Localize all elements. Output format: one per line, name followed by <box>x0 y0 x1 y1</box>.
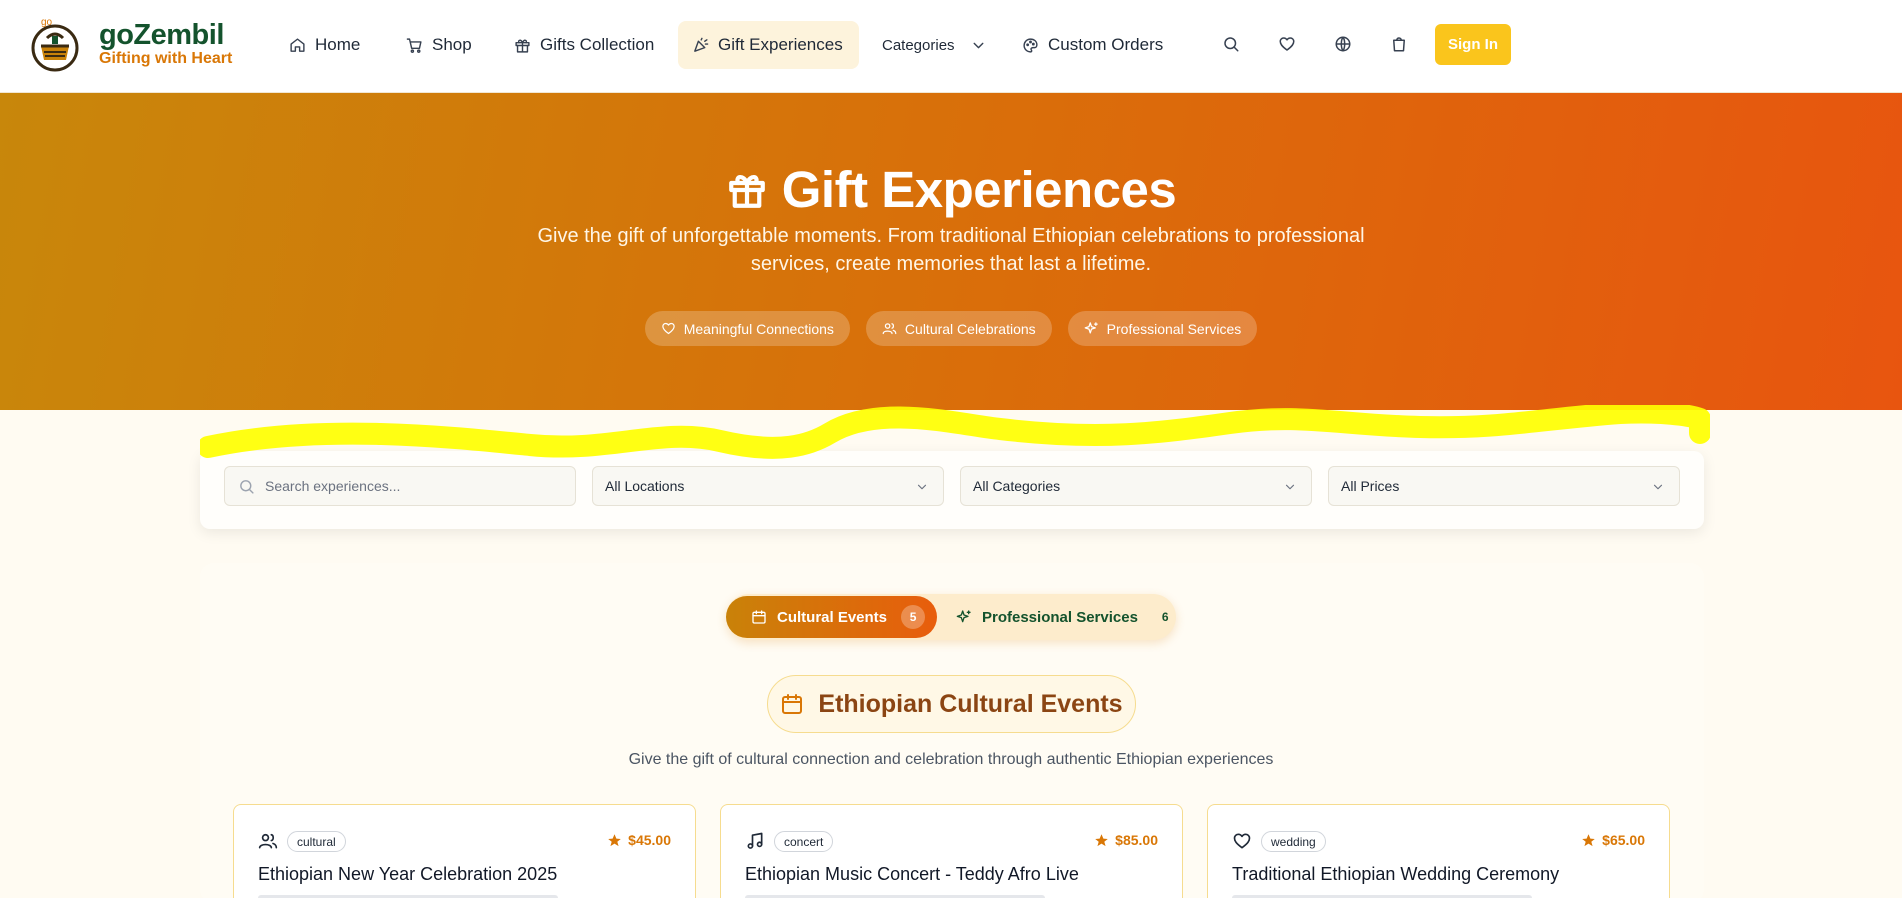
tab-professional-label: Professional Services <box>982 608 1138 626</box>
pill-professional-services: Professional Services <box>1067 311 1258 346</box>
hero-title: Gift Experiences <box>0 160 1902 219</box>
tab-cultural-label: Cultural Events <box>777 608 888 626</box>
card-title: Ethiopian Music Concert - Teddy Afro Liv… <box>745 864 1079 884</box>
party-icon <box>694 37 709 52</box>
experience-card[interactable]: wedding $65.00 Traditional Ethiopian Wed… <box>1207 804 1670 898</box>
tab-professional-count: 6 <box>1161 610 1169 624</box>
sign-in-button[interactable]: Sign In <box>1435 24 1511 65</box>
nav-home[interactable]: Home <box>275 21 374 69</box>
card-price-value: $65.00 <box>1602 832 1645 848</box>
card-title: Ethiopian New Year Celebration 2025 <box>258 864 558 884</box>
card-tag: cultural <box>287 831 346 852</box>
hero-title-text: Gift Experiences <box>781 161 1177 218</box>
chevron-down-icon <box>1283 480 1297 494</box>
location-select-value: All Locations <box>605 478 685 494</box>
chevron-down-icon <box>1651 480 1665 494</box>
pill-cultural-celebrations: Cultural Celebrations <box>865 311 1052 346</box>
home-icon <box>290 37 305 52</box>
users-icon <box>882 323 897 335</box>
nav-categories[interactable]: Categories <box>868 21 1001 69</box>
star-icon <box>608 833 621 846</box>
search-input[interactable]: Search experiences... <box>224 466 576 506</box>
music-icon <box>745 831 765 851</box>
gift-icon <box>515 39 530 53</box>
price-select-value: All Prices <box>1341 478 1400 494</box>
card-tag: wedding <box>1261 831 1326 852</box>
card-tag: concert <box>774 831 834 852</box>
nav-custom-orders[interactable]: Custom Orders <box>1008 21 1177 69</box>
pill-label: Professional Services <box>1106 320 1242 337</box>
tab-cultural-events[interactable]: Cultural Events 5 <box>726 596 937 638</box>
highlight-scribble <box>200 405 1710 459</box>
brand[interactable]: goZembil Gifting with Heart <box>99 20 232 68</box>
experience-tabs: Cultural Events 5 Professional Services … <box>726 594 1176 640</box>
pill-meaningful-connections: Meaningful Connections <box>644 311 850 346</box>
search-icon <box>238 478 255 495</box>
search-icon[interactable] <box>1220 33 1242 55</box>
globe-icon[interactable] <box>1332 33 1354 55</box>
price-select[interactable]: All Prices <box>1328 466 1680 506</box>
hero-pills: Meaningful Connections Cultural Celebrat… <box>0 311 1902 346</box>
brand-tagline: Gifting with Heart <box>99 50 233 67</box>
card-title: Traditional Ethiopian Wedding Ceremony <box>1232 864 1560 884</box>
nav-gift-experiences-label: Gift Experiences <box>718 35 843 54</box>
section-subtitle: Give the gift of cultural connection and… <box>628 751 1274 768</box>
star-icon <box>1095 833 1108 846</box>
section-title: Ethiopian Cultural Events <box>767 675 1136 733</box>
nav-categories-label: Categories <box>882 36 955 54</box>
search-placeholder: Search experiences... <box>265 478 401 494</box>
nav-gifts-collection-label: Gifts Collection <box>540 35 655 54</box>
pill-label: Cultural Celebrations <box>904 320 1036 337</box>
calendar-icon <box>752 610 766 624</box>
card-price: $45.00 <box>607 832 671 848</box>
nav-shop-label: Shop <box>432 35 472 54</box>
shopping-bag-icon[interactable] <box>1388 33 1410 55</box>
nav-custom-orders-label: Custom Orders <box>1048 35 1164 54</box>
cart-icon <box>406 37 422 53</box>
heart-icon <box>661 322 675 335</box>
nav-shop[interactable]: Shop <box>392 21 486 69</box>
experience-card[interactable]: concert $85.00 Ethiopian Music Concert -… <box>720 804 1183 898</box>
card-price: $65.00 <box>1581 832 1645 848</box>
brand-logo[interactable]: go <box>30 16 80 72</box>
card-price: $85.00 <box>1094 832 1158 848</box>
chevron-down-icon <box>973 42 984 48</box>
card-price-value: $45.00 <box>628 832 671 848</box>
heart-icon <box>1232 831 1252 851</box>
chevron-down-icon <box>915 480 929 494</box>
calendar-icon <box>782 694 803 714</box>
nav-home-label: Home <box>315 35 361 54</box>
wishlist-heart-icon[interactable] <box>1276 33 1298 55</box>
card-price-value: $85.00 <box>1115 832 1158 848</box>
tab-professional-services[interactable]: Professional Services 6 <box>956 596 1169 638</box>
location-select[interactable]: All Locations <box>592 466 944 506</box>
tab-cultural-count: 5 <box>901 605 926 629</box>
palette-icon <box>1023 37 1038 53</box>
gift-icon <box>728 174 765 208</box>
nav-gifts-collection[interactable]: Gifts Collection <box>500 21 668 69</box>
category-select-value: All Categories <box>973 478 1061 494</box>
experience-card[interactable]: cultural $45.00 Ethiopian New Year Celeb… <box>233 804 696 898</box>
pill-label: Meaningful Connections <box>683 320 834 337</box>
site-header: go goZembil Gifting with Heart Home Shop… <box>0 0 1902 93</box>
sparkles-icon <box>956 610 971 623</box>
hero-subtitle: Give the gift of unforgettable moments. … <box>537 225 1365 275</box>
star-icon <box>1582 833 1595 846</box>
sparkles-icon <box>1084 322 1098 334</box>
brand-name: goZembil <box>99 19 224 51</box>
category-select[interactable]: All Categories <box>960 466 1312 506</box>
nav-gift-experiences[interactable]: Gift Experiences <box>678 21 859 69</box>
section-title-text: Ethiopian Cultural Events <box>818 689 1123 718</box>
users-icon <box>258 831 278 851</box>
